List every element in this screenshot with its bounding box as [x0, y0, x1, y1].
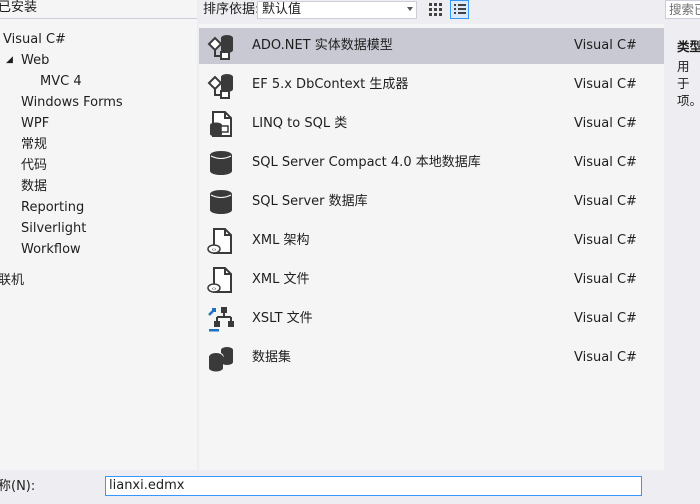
detail-type-label: 类型: [677, 39, 700, 54]
tree-item-workflow[interactable]: Workflow: [21, 240, 81, 260]
tree-item-silverlight[interactable]: Silverlight: [21, 219, 86, 239]
template-name: SQL Server Compact 4.0 本地数据库: [252, 155, 481, 170]
tree-item-wpf[interactable]: WPF: [21, 114, 49, 134]
svg-text:‹›: ‹›: [212, 286, 217, 293]
template-row-ado-net-entity-model[interactable]: ADO.NET 实体数据模型 Visual C#: [199, 28, 664, 64]
tree-item-visual-csharp[interactable]: Visual C#: [3, 30, 66, 50]
template-row-xslt-file[interactable]: XSLT 文件 Visual C#: [199, 301, 664, 337]
template-type: Visual C#: [574, 38, 637, 53]
tree-item-data[interactable]: 数据: [21, 177, 47, 197]
tree-item-online[interactable]: 联机: [0, 271, 24, 291]
template-type: Visual C#: [574, 233, 637, 248]
xml-file-icon: ‹›: [207, 267, 232, 293]
search-placeholder: 搜索已: [669, 2, 700, 17]
template-row-sql-server-database[interactable]: SQL Server 数据库 Visual C#: [199, 184, 664, 220]
template-type: Visual C#: [574, 272, 637, 287]
tree-item-general[interactable]: 常规: [21, 135, 47, 155]
template-list: ADO.NET 实体数据模型 Visual C# EF 5.x DbContex…: [199, 24, 664, 470]
grid-view-icon: [429, 3, 442, 16]
chevron-down-icon: [407, 7, 413, 11]
detail-description: 用于项。: [677, 59, 700, 108]
grid-view-button[interactable]: [426, 0, 445, 19]
template-name: EF 5.x DbContext 生成器: [252, 77, 409, 92]
search-installed-input[interactable]: 搜索已: [665, 0, 700, 19]
database-icon: [210, 190, 232, 214]
template-row-xml-file[interactable]: ‹› XML 文件 Visual C#: [199, 262, 664, 298]
template-name: XML 架构: [252, 233, 310, 248]
installed-header[interactable]: 已安装: [0, 0, 37, 18]
installed-divider: [0, 18, 197, 19]
template-tree-panel: 已安装 Visual C# ◢ Web MVC 4 Windows Forms …: [0, 0, 197, 470]
template-type: Visual C#: [574, 155, 637, 170]
sort-by-value: 默认值: [262, 2, 302, 17]
database-icon: [210, 151, 232, 175]
template-row-linq-to-sql[interactable]: LINQ to SQL 类 Visual C#: [199, 106, 664, 142]
tree-item-windows-forms[interactable]: Windows Forms: [21, 93, 123, 113]
template-name: 数据集: [252, 350, 292, 365]
list-view-icon: [454, 4, 466, 14]
dbcontext-generator-icon: [207, 74, 233, 99]
tree-item-web[interactable]: Web: [21, 51, 49, 71]
name-input[interactable]: lianxi.edmx: [105, 476, 642, 496]
template-type: Visual C#: [574, 311, 637, 326]
expand-arrow-icon[interactable]: ◢: [6, 55, 13, 65]
sort-by-dropdown[interactable]: 默认值: [257, 1, 417, 19]
name-label: 称(N):: [0, 479, 36, 494]
template-row-xml-schema[interactable]: ‹› XML 架构 Visual C#: [199, 223, 664, 259]
linq-to-sql-icon: [210, 111, 232, 137]
tree-item-code[interactable]: 代码: [21, 156, 47, 176]
tree-item-reporting[interactable]: Reporting: [21, 198, 84, 218]
dataset-icon: [208, 347, 233, 372]
list-view-button[interactable]: [450, 0, 469, 19]
entity-model-icon: [207, 35, 233, 60]
xml-schema-icon: ‹›: [207, 228, 232, 254]
name-input-value: lianxi.edmx: [109, 478, 185, 493]
template-name: SQL Server 数据库: [252, 194, 368, 209]
template-row-ef-dbcontext-generator[interactable]: EF 5.x DbContext 生成器 Visual C#: [199, 67, 664, 103]
template-row-sql-server-compact[interactable]: SQL Server Compact 4.0 本地数据库 Visual C#: [199, 145, 664, 181]
template-name: ADO.NET 实体数据模型: [252, 38, 393, 53]
template-type: Visual C#: [574, 116, 637, 131]
template-name: XSLT 文件: [252, 311, 313, 326]
template-type: Visual C#: [574, 194, 637, 209]
sort-by-label: 排序依据:: [203, 2, 260, 17]
template-type: Visual C#: [574, 350, 637, 365]
template-name: XML 文件: [252, 272, 310, 287]
template-name: LINQ to SQL 类: [252, 116, 348, 131]
template-row-dataset[interactable]: 数据集 Visual C#: [199, 340, 664, 376]
template-type: Visual C#: [574, 77, 637, 92]
svg-text:‹›: ‹›: [212, 247, 217, 254]
xslt-file-icon: [208, 307, 234, 332]
tree-item-mvc4[interactable]: MVC 4: [40, 72, 82, 92]
